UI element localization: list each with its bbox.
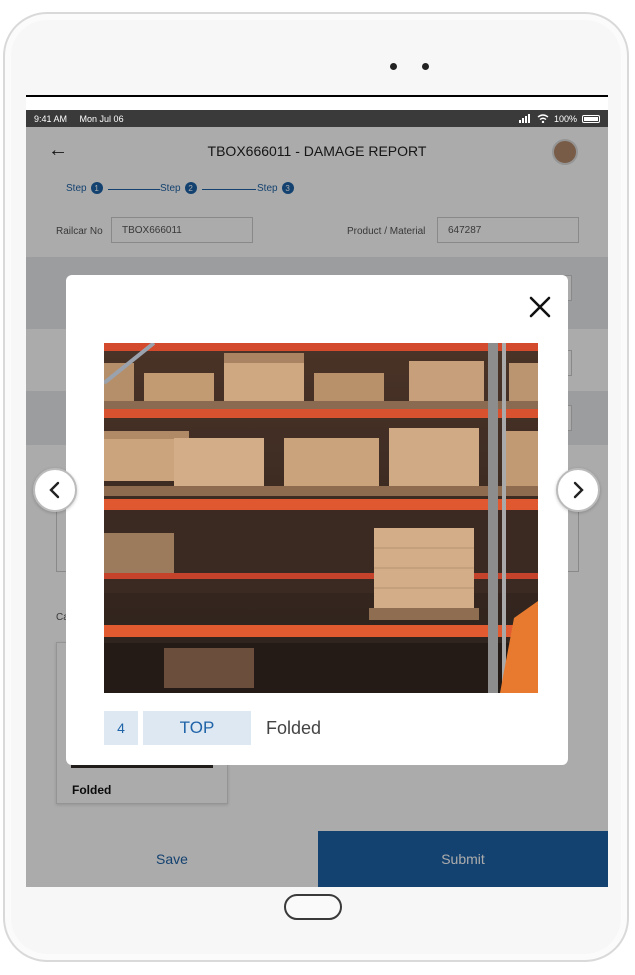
battery-percent: 100% — [553, 113, 577, 124]
modal-backdrop[interactable]: 4 TOP Folded — [26, 127, 608, 887]
damage-type-label: Folded — [266, 718, 322, 738]
camera-dot — [422, 63, 429, 70]
battery-icon — [582, 114, 600, 123]
top-strip — [26, 97, 608, 110]
app-screen: 9:41 AM Mon Jul 06 100% ← TBOX666011 - D… — [26, 95, 608, 887]
previous-photo-button[interactable] — [33, 468, 77, 512]
signal-icon — [518, 114, 530, 123]
close-icon[interactable] — [528, 295, 552, 319]
home-button[interactable] — [284, 894, 342, 920]
next-photo-button[interactable] — [556, 468, 600, 512]
status-bar: 9:41 AM Mon Jul 06 100% — [26, 110, 608, 127]
camera-dot — [390, 63, 397, 70]
wifi-icon — [537, 114, 549, 123]
photo-viewer-modal: 4 TOP Folded — [66, 275, 568, 765]
photo-index: 4 — [104, 711, 138, 745]
status-time: 9:41 AM — [34, 113, 68, 124]
photo-position-tag: TOP — [143, 711, 251, 745]
damage-photo — [104, 343, 538, 693]
chevron-left-icon — [49, 481, 60, 499]
chevron-right-icon — [573, 481, 584, 499]
status-date: Mon Jul 06 — [79, 113, 124, 124]
